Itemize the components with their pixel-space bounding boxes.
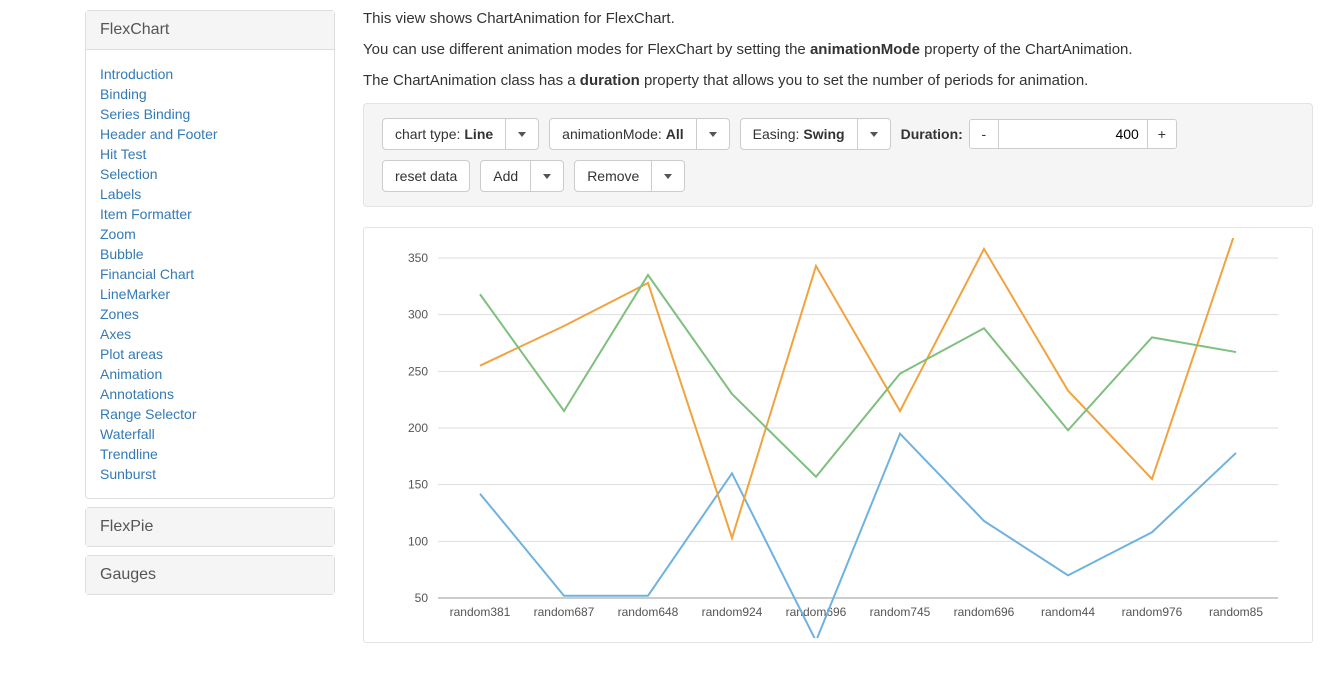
panel-flexchart: FlexChart IntroductionBindingSeries Bind… [85,10,335,499]
x-tick-label: random381 [450,605,511,619]
y-tick-label: 200 [408,421,428,435]
sidebar-item[interactable]: Financial Chart [100,264,320,284]
intro-line-1: This view shows ChartAnimation for FlexC… [363,10,1313,27]
chart-type-dropdown[interactable]: chart type: Line [382,118,539,150]
series-line [480,275,1236,477]
sidebar-item[interactable]: Introduction [100,64,320,84]
panel-flexpie: FlexPie [85,507,335,547]
sidebar: FlexChart IntroductionBindingSeries Bind… [85,10,335,643]
chevron-down-icon [543,174,551,179]
main-content: This view shows ChartAnimation for FlexC… [363,10,1313,643]
y-tick-label: 250 [408,364,428,378]
y-tick-label: 50 [415,591,429,605]
panel-gauges: Gauges [85,555,335,595]
chevron-down-icon [870,132,878,137]
duration-input[interactable] [998,120,1148,148]
animation-mode-dropdown[interactable]: animationMode: All [549,118,730,150]
sidebar-item[interactable]: Plot areas [100,344,320,364]
chart-type-caret[interactable] [506,118,539,150]
sidebar-item[interactable]: Axes [100,324,320,344]
remove-dropdown[interactable]: Remove [574,160,685,192]
sidebar-item[interactable]: Range Selector [100,404,320,424]
sidebar-item[interactable]: LineMarker [100,284,320,304]
sidebar-item[interactable]: Header and Footer [100,124,320,144]
panel-header-flexchart[interactable]: FlexChart [86,11,334,50]
chart-panel: 50 100 150 200 250 300 350 random381 random687 ra… [363,227,1313,643]
sidebar-item[interactable]: Sunburst [100,464,320,484]
intro-line-3: The ChartAnimation class has a duration … [363,72,1313,89]
sidebar-item[interactable]: Bubble [100,244,320,264]
x-tick-label: random976 [1122,605,1183,619]
x-tick-label: random85 [1209,605,1263,619]
controls-panel: chart type: Line animationMode: All Easi… [363,103,1313,207]
sidebar-item[interactable]: Series Binding [100,104,320,124]
chevron-down-icon [518,132,526,137]
y-tick-label: 100 [408,534,428,548]
line-chart: 50 100 150 200 250 300 350 random381 random687 ra… [374,238,1302,638]
sidebar-item[interactable]: Binding [100,84,320,104]
panel-header-gauges[interactable]: Gauges [86,556,334,594]
sidebar-item[interactable]: Annotations [100,384,320,404]
flexchart-item-list: IntroductionBindingSeries BindingHeader … [86,50,334,498]
sidebar-item[interactable]: Selection [100,164,320,184]
sidebar-item[interactable]: Item Formatter [100,204,320,224]
intro-line-2: You can use different animation modes fo… [363,41,1313,58]
easing-caret[interactable] [858,118,891,150]
x-tick-label: random648 [618,605,679,619]
sidebar-item[interactable]: Labels [100,184,320,204]
chevron-down-icon [709,132,717,137]
remove-caret[interactable] [652,160,685,192]
animation-mode-caret[interactable] [697,118,730,150]
series-line [480,238,1236,538]
chevron-down-icon [664,174,672,179]
sidebar-item[interactable]: Zoom [100,224,320,244]
x-tick-label: random696 [954,605,1015,619]
sidebar-item[interactable]: Waterfall [100,424,320,444]
easing-dropdown[interactable]: Easing: Swing [740,118,891,150]
x-tick-label: random44 [1041,605,1095,619]
y-tick-label: 150 [408,478,428,492]
x-tick-label: random687 [534,605,595,619]
panel-header-flexpie[interactable]: FlexPie [86,508,334,546]
y-tick-label: 350 [408,251,428,265]
sidebar-item[interactable]: Trendline [100,444,320,464]
x-tick-label: random696 [786,605,847,619]
duration-plus-button[interactable]: + [1148,120,1176,148]
sidebar-item[interactable]: Hit Test [100,144,320,164]
add-caret[interactable] [531,160,564,192]
y-tick-label: 300 [408,308,428,322]
duration-label: Duration: [901,126,963,142]
intro-text: This view shows ChartAnimation for FlexC… [363,10,1313,89]
sidebar-item[interactable]: Zones [100,304,320,324]
x-tick-label: random745 [870,605,931,619]
add-dropdown[interactable]: Add [480,160,564,192]
x-tick-label: random924 [702,605,763,619]
sidebar-item[interactable]: Animation [100,364,320,384]
reset-data-button[interactable]: reset data [382,160,470,192]
duration-spinner[interactable]: - + [969,119,1177,149]
duration-minus-button[interactable]: - [970,120,998,148]
